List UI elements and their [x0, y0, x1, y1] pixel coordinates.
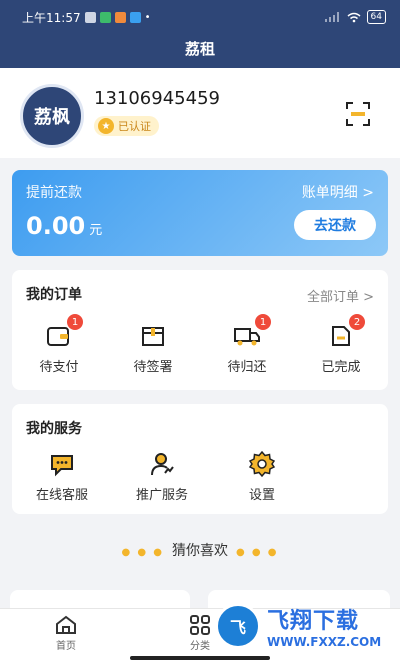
scan-icon[interactable] — [345, 101, 371, 127]
notification-icon — [129, 11, 141, 23]
home-indicator — [130, 656, 270, 660]
order-pending-sign[interactable]: 待签署 — [106, 322, 200, 375]
watermark-title: 飞翔下载 — [267, 609, 360, 634]
order-label: 待签署 — [133, 360, 173, 375]
bill-detail-link[interactable]: 账单明细 > — [302, 182, 374, 202]
order-pending-return[interactable]: 1 待归还 — [200, 314, 294, 375]
order-badge: 2 — [349, 314, 365, 330]
battery-icon: 64 — [366, 10, 386, 24]
prepay-amount: 0.00 元 — [26, 212, 102, 240]
orders-card: 我的订单 全部订单 > 1 待支付 待签署 1 待归还 2 已完成 — [12, 270, 388, 390]
chat-icon — [51, 455, 73, 477]
service-label: 在线客服 — [35, 488, 88, 503]
phone-number: 13106945459 — [94, 88, 220, 109]
service-label: 设置 — [248, 488, 275, 503]
order-label: 待支付 — [39, 360, 79, 375]
signal-icon — [324, 12, 339, 22]
status-time: 上午11:57 — [22, 10, 81, 25]
box-icon — [142, 327, 164, 346]
dots-icon: ● ● ● — [121, 547, 164, 558]
notification-icon — [99, 11, 111, 23]
repay-button[interactable]: 去还款 — [294, 210, 376, 240]
service-online-support[interactable]: 在线客服 — [12, 450, 112, 503]
star-icon: ★ — [98, 118, 114, 134]
order-badge: 1 — [255, 314, 271, 330]
watermark-logo: 飞 — [215, 603, 261, 649]
page-title: 荔租 — [184, 40, 215, 58]
recommend-header: ● ● ● 猜你喜欢 ● ● ● — [0, 540, 400, 560]
order-badge: 1 — [67, 314, 83, 330]
amount-value: 0.00 — [26, 212, 86, 240]
amount-unit: 元 — [89, 223, 103, 238]
avatar[interactable]: 荔枫 — [20, 84, 84, 148]
prepay-label: 提前还款 — [26, 185, 82, 201]
top-bar: 上午11:57 • 64 荔租 — [0, 0, 400, 68]
notification-icon — [114, 11, 126, 23]
recommend-title: 猜你喜欢 — [172, 543, 228, 559]
order-completed[interactable]: 2 已完成 — [294, 314, 388, 375]
tab-label: 分类 — [190, 641, 210, 652]
service-promotion[interactable]: 推广服务 — [112, 450, 212, 503]
service-settings[interactable]: 设置 — [212, 450, 312, 503]
watermark-url: WWW.FXXZ.COM — [267, 635, 382, 649]
order-label: 已完成 — [321, 360, 361, 375]
service-label: 推广服务 — [135, 488, 188, 503]
order-pending-payment[interactable]: 1 待支付 — [12, 314, 106, 375]
prepay-card: 提前还款 账单明细 > 0.00 元 去还款 — [12, 170, 388, 256]
orders-title: 我的订单 — [26, 287, 82, 303]
dots-icon: ● ● ● — [236, 547, 279, 558]
grid-icon — [190, 615, 210, 635]
document-icon — [332, 326, 350, 346]
verified-badge: ★ 已认证 — [94, 116, 159, 136]
notification-icon — [84, 11, 96, 23]
verified-label: 已认证 — [118, 120, 151, 133]
user-promo-icon — [151, 453, 174, 476]
profile-section: 荔枫 13106945459 ★ 已认证 — [0, 68, 400, 158]
more-dot-icon: • — [144, 11, 151, 23]
order-label: 待归还 — [227, 360, 267, 375]
services-title: 我的服务 — [26, 421, 82, 437]
wallet-icon — [47, 327, 69, 346]
home-icon — [56, 615, 76, 634]
gear-icon — [248, 450, 276, 478]
services-card: 我的服务 在线客服 推广服务 设置 — [12, 404, 388, 514]
status-bar: 上午11:57 • 64 — [0, 0, 400, 34]
watermark: 飞 飞翔下载 WWW.FXXZ.COM — [215, 596, 395, 656]
wifi-icon — [347, 12, 361, 22]
tab-label: 首页 — [56, 641, 76, 652]
all-orders-link[interactable]: 全部订单 > — [307, 286, 374, 305]
tab-home[interactable]: 首页 — [36, 615, 96, 652]
